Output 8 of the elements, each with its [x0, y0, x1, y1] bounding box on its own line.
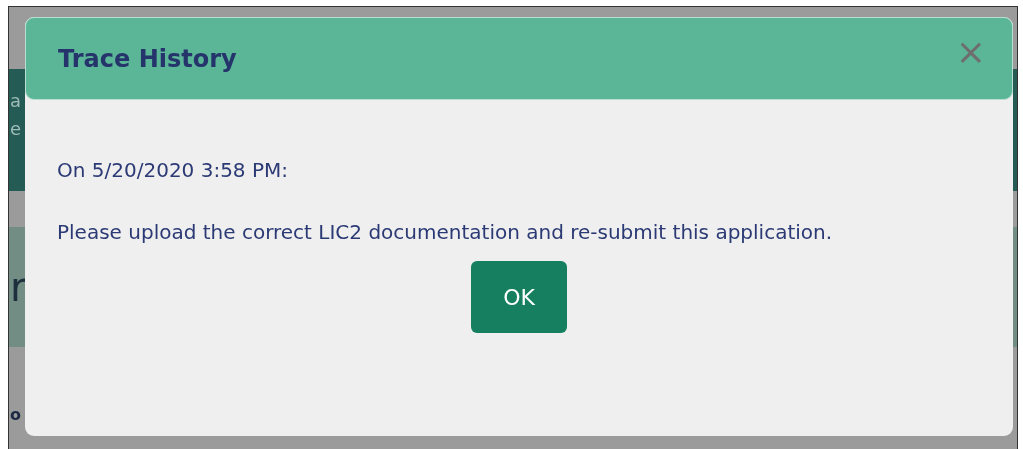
banner-text: a [10, 89, 22, 113]
message-text: Please upload the correct LIC2 documentation and re-submit this application. [57, 219, 834, 246]
ok-button[interactable]: OK [471, 261, 567, 333]
dialog-title: Trace History [58, 43, 237, 75]
page-label: o [10, 404, 21, 426]
banner-text: e [10, 117, 22, 141]
page-heading: r [10, 263, 27, 312]
timestamp-text: On 5/20/2020 3:58 PM: [57, 157, 289, 184]
